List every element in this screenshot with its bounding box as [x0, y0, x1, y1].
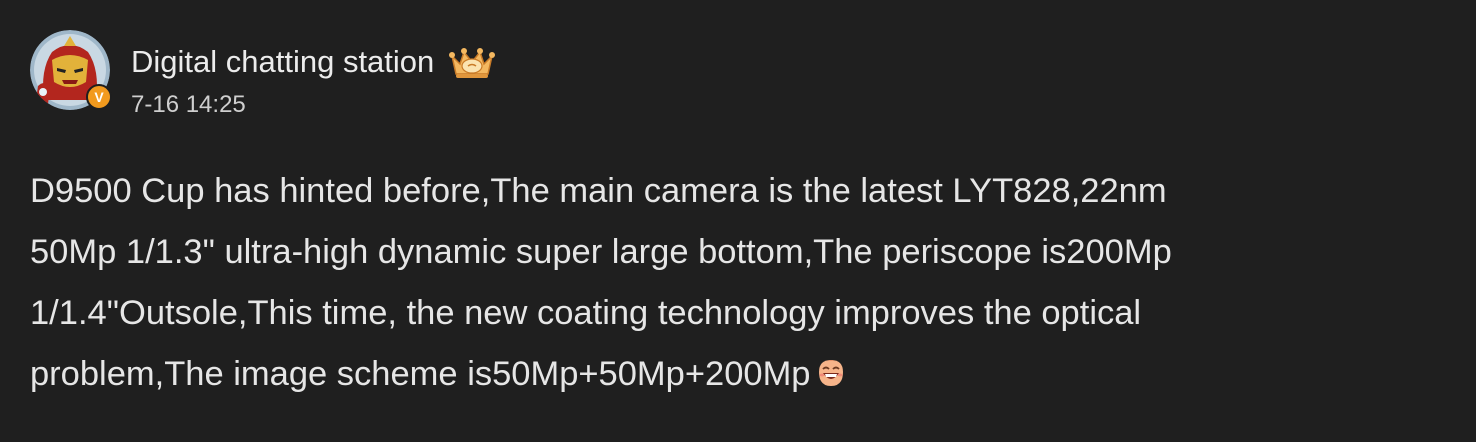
post-body-line: problem,The image scheme is50Mp+50Mp+200… — [30, 355, 811, 393]
post-timestamp: 7-16 14:25 — [131, 91, 246, 118]
post-body-last-line: problem,The image scheme is50Mp+50Mp+200… — [30, 344, 1430, 405]
post-body: D9500 Cup has hinted before,The main cam… — [30, 161, 1430, 405]
post-body-line: D9500 Cup has hinted before,The main cam… — [30, 172, 1167, 210]
post-header: V Digital chatting station 7-16 14:25 — [30, 30, 496, 119]
verified-badge-icon: V — [86, 84, 112, 110]
post-body-line: 50Mp 1/1.3" ultra-high dynamic super lar… — [30, 233, 1172, 271]
author-avatar[interactable]: V — [30, 30, 112, 110]
post-card: V Digital chatting station 7-16 14:25 D9… — [0, 0, 1476, 442]
post-body-line: 1/1.4"Outsole,This time, the new coating… — [30, 294, 1142, 332]
crown-rank-icon[interactable] — [448, 42, 496, 82]
grinning-emoji-icon — [818, 360, 843, 386]
author-name[interactable]: Digital chatting station — [131, 44, 434, 80]
author-name-row: Digital chatting station — [131, 43, 496, 81]
post-meta: Digital chatting station 7-16 14:25 — [131, 30, 496, 119]
